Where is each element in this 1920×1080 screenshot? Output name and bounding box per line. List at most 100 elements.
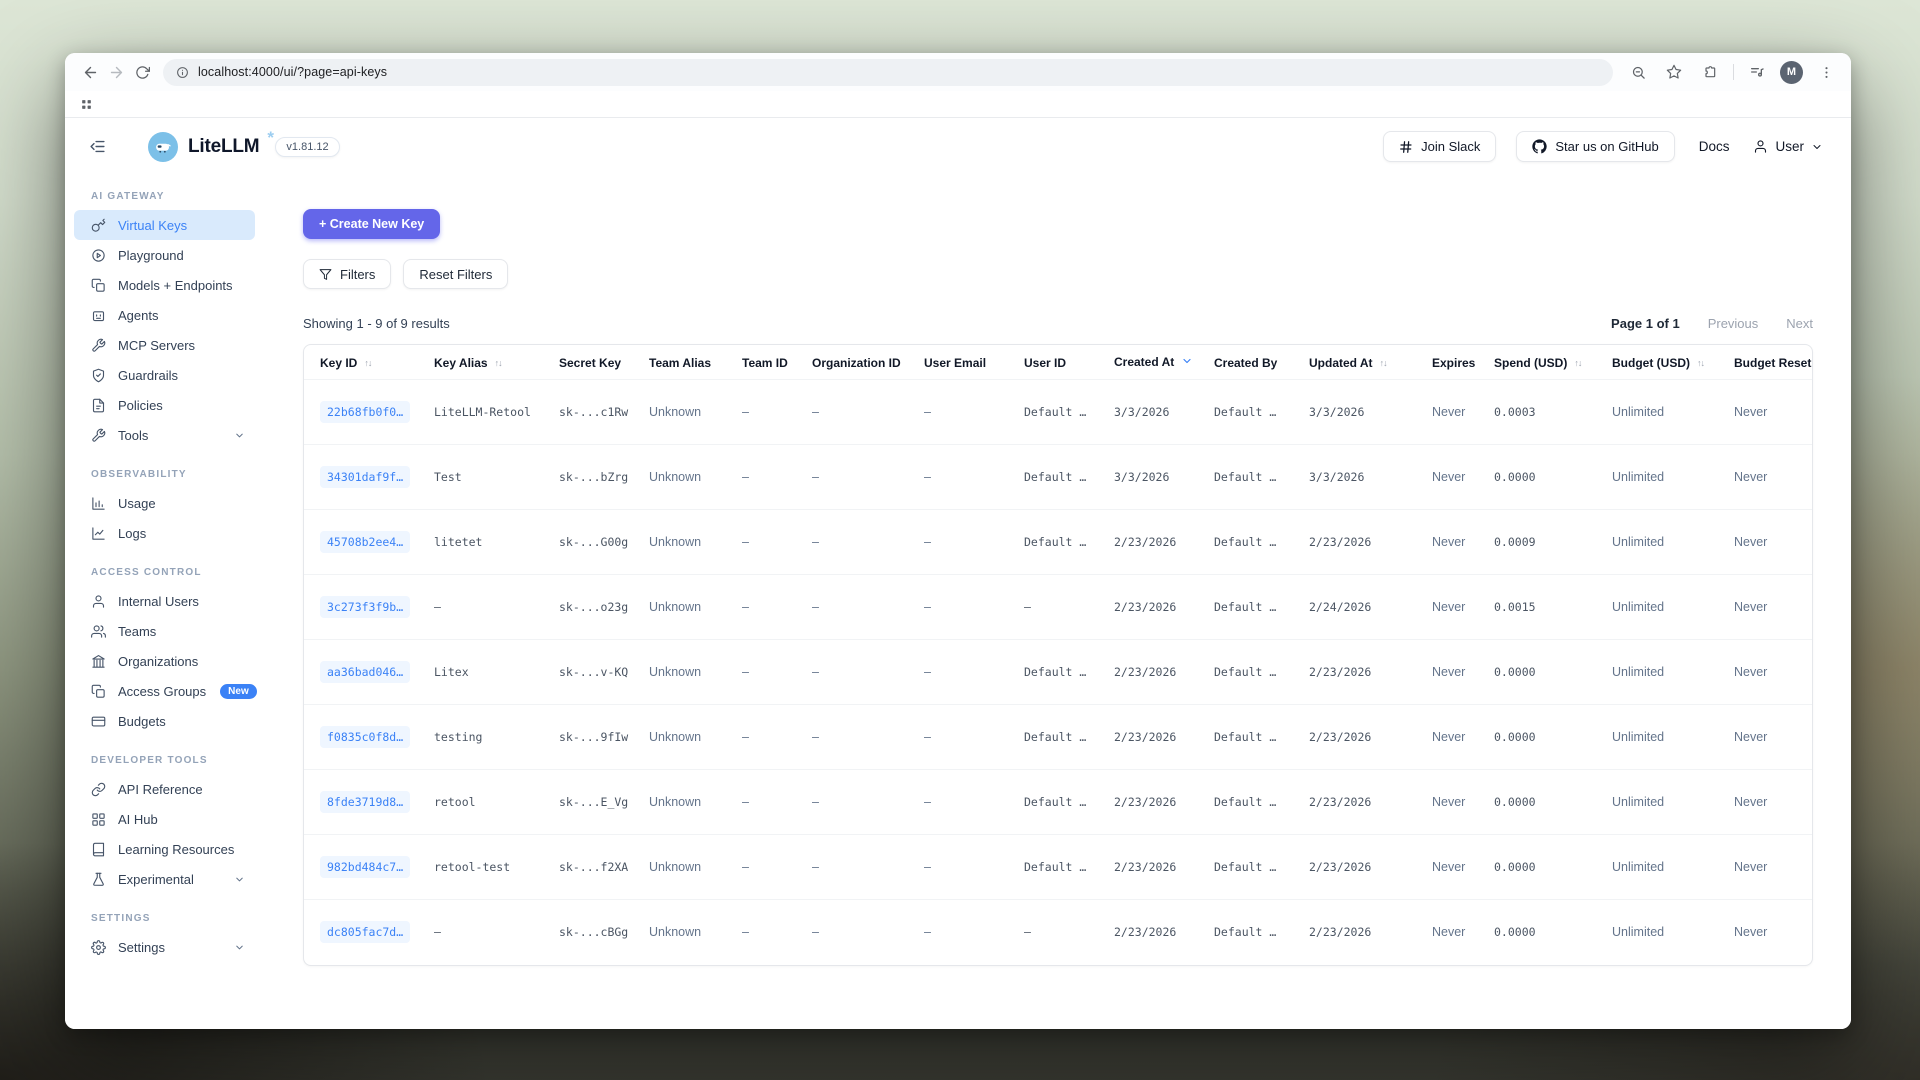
media-queue-icon[interactable] <box>1744 59 1770 85</box>
column-header-created-at[interactable]: Created At <box>1098 345 1198 380</box>
profile-avatar[interactable]: M <box>1780 61 1803 84</box>
cell-user-email: – <box>908 705 1008 770</box>
star-github-button[interactable]: Star us on GitHub <box>1516 131 1674 162</box>
sidebar-item-ai-hub[interactable]: AI Hub <box>74 804 255 834</box>
join-slack-button[interactable]: Join Slack <box>1383 131 1496 162</box>
sidebar-item-organizations[interactable]: Organizations <box>74 646 255 676</box>
key-id-link[interactable]: 34301daf9f… <box>320 466 410 488</box>
brand-name: LiteLLM <box>188 136 259 158</box>
key-id-link[interactable]: 982bd484c7… <box>320 856 410 878</box>
sidebar-item-internal-users[interactable]: Internal Users <box>74 586 255 616</box>
column-header-key-id[interactable]: Key ID↑↓ <box>304 345 418 380</box>
cell-budget-reset: Never <box>1718 575 1813 640</box>
column-label: Team ID <box>742 356 788 370</box>
main-content: + Create New Key Filters Reset Filters S… <box>261 175 1851 1029</box>
sidebar-item-budgets[interactable]: Budgets <box>74 706 255 736</box>
create-new-key-button[interactable]: + Create New Key <box>303 209 440 239</box>
key-id-link[interactable]: f0835c0f8d… <box>320 726 410 748</box>
cell-key-alias: retool <box>418 770 543 835</box>
sidebar-item-models-endpoints[interactable]: Models + Endpoints <box>74 270 255 300</box>
filters-button[interactable]: Filters <box>303 259 391 289</box>
chevron-down-icon <box>1811 141 1823 153</box>
site-info-icon[interactable] <box>176 66 189 79</box>
reset-filters-button[interactable]: Reset Filters <box>403 259 508 289</box>
cell-budget-usd: Unlimited <box>1596 835 1718 900</box>
sidebar-item-label: Usage <box>118 496 156 511</box>
sidebar-item-agents[interactable]: Agents <box>74 300 255 330</box>
sidebar-item-usage[interactable]: Usage <box>74 488 255 518</box>
bookmark-star-icon[interactable] <box>1661 59 1687 85</box>
user-menu[interactable]: User <box>1753 139 1823 154</box>
docs-link[interactable]: Docs <box>1699 139 1730 154</box>
sidebar-item-access-groups[interactable]: Access GroupsNew <box>74 676 255 706</box>
sidebar-section-label-settings: SETTINGS <box>91 913 261 924</box>
key-id-link[interactable]: 3c273f3f9b… <box>320 596 410 618</box>
column-label: Expires <box>1432 356 1475 370</box>
table-row: dc805fac7d…–sk-...cBGgUnknown––––2/23/20… <box>304 900 1813 965</box>
sidebar-item-policies[interactable]: Policies <box>74 390 255 420</box>
cell-expires: Never <box>1416 900 1478 965</box>
next-page-button[interactable]: Next <box>1786 316 1813 331</box>
column-header-budget-usd[interactable]: Budget (USD)↑↓ <box>1596 345 1718 380</box>
sidebar-item-label: Tools <box>118 428 148 443</box>
brand-logo[interactable]: LiteLLM <box>148 132 259 162</box>
sidebar-item-api-reference[interactable]: API Reference <box>74 774 255 804</box>
sidebar-item-mcp-servers[interactable]: MCP Servers <box>74 330 255 360</box>
column-header-key-alias[interactable]: Key Alias↑↓ <box>418 345 543 380</box>
cell-team-alias: Unknown <box>633 445 726 510</box>
cell-expires: Never <box>1416 640 1478 705</box>
sidebar-item-guardrails[interactable]: Guardrails <box>74 360 255 390</box>
key-id-link[interactable]: 8fde3719d8… <box>320 791 410 813</box>
shield-icon <box>91 368 107 383</box>
key-id-link[interactable]: 45708b2ee4… <box>320 531 410 553</box>
sort-icon: ↑↓ <box>495 358 502 368</box>
sidebar-item-playground[interactable]: Playground <box>74 240 255 270</box>
address-bar[interactable]: localhost:4000/ui/?page=api-keys <box>163 59 1613 86</box>
cell-updated-at: 2/23/2026 <box>1293 640 1416 705</box>
cell-user-email: – <box>908 900 1008 965</box>
cell-user-email: – <box>908 380 1008 445</box>
forward-icon[interactable] <box>103 59 129 85</box>
cell-key-alias: testing <box>418 705 543 770</box>
cell-created-by: Default … <box>1198 900 1293 965</box>
sidebar-item-label: API Reference <box>118 782 203 797</box>
sidebar-item-tools[interactable]: Tools <box>74 420 255 450</box>
sidebar-item-label: Models + Endpoints <box>118 278 233 293</box>
key-id-link[interactable]: aa36bad046… <box>320 661 410 683</box>
cell-team-id: – <box>726 770 796 835</box>
sidebar-item-teams[interactable]: Teams <box>74 616 255 646</box>
back-icon[interactable] <box>77 59 103 85</box>
column-header-spend-usd[interactable]: Spend (USD)↑↓ <box>1478 345 1596 380</box>
sidebar-item-virtual-keys[interactable]: Virtual Keys <box>74 210 255 240</box>
sparkle-decoration: * <box>267 128 274 148</box>
cell-key-alias: Litex <box>418 640 543 705</box>
sidebar-item-logs[interactable]: Logs <box>74 518 255 548</box>
sidebar-item-experimental[interactable]: Experimental <box>74 864 255 894</box>
cell-budget-usd: Unlimited <box>1596 640 1718 705</box>
cell-key-id: 8fde3719d8… <box>304 770 418 835</box>
gear-icon <box>91 940 107 955</box>
key-id-link[interactable]: dc805fac7d… <box>320 921 410 943</box>
previous-page-button[interactable]: Previous <box>1708 316 1759 331</box>
cell-spend-usd: 0.0000 <box>1478 835 1596 900</box>
cell-spend-usd: 0.0009 <box>1478 510 1596 575</box>
zoom-icon[interactable] <box>1625 59 1651 85</box>
key-id-link[interactable]: 22b68fb0f0… <box>320 401 410 423</box>
collapse-sidebar-icon[interactable] <box>89 138 106 155</box>
sidebar-item-settings[interactable]: Settings <box>74 932 255 962</box>
extensions-icon[interactable] <box>1697 59 1723 85</box>
cell-spend-usd: 0.0000 <box>1478 900 1596 965</box>
cell-budget-usd: Unlimited <box>1596 770 1718 835</box>
toolbar-divider <box>1733 64 1734 80</box>
sidebar-item-learning-resources[interactable]: Learning Resources <box>74 834 255 864</box>
reload-icon[interactable] <box>129 59 155 85</box>
browser-menu-icon[interactable] <box>1813 59 1839 85</box>
sort-icon: ↑↓ <box>364 358 371 368</box>
apps-grid-icon[interactable] <box>80 98 93 111</box>
sidebar-item-label: MCP Servers <box>118 338 195 353</box>
cell-key-alias: retool-test <box>418 835 543 900</box>
slack-icon <box>1399 140 1413 154</box>
users-icon <box>91 624 107 639</box>
column-header-updated-at[interactable]: Updated At↑↓ <box>1293 345 1416 380</box>
column-header-user-id: User ID <box>1008 345 1098 380</box>
